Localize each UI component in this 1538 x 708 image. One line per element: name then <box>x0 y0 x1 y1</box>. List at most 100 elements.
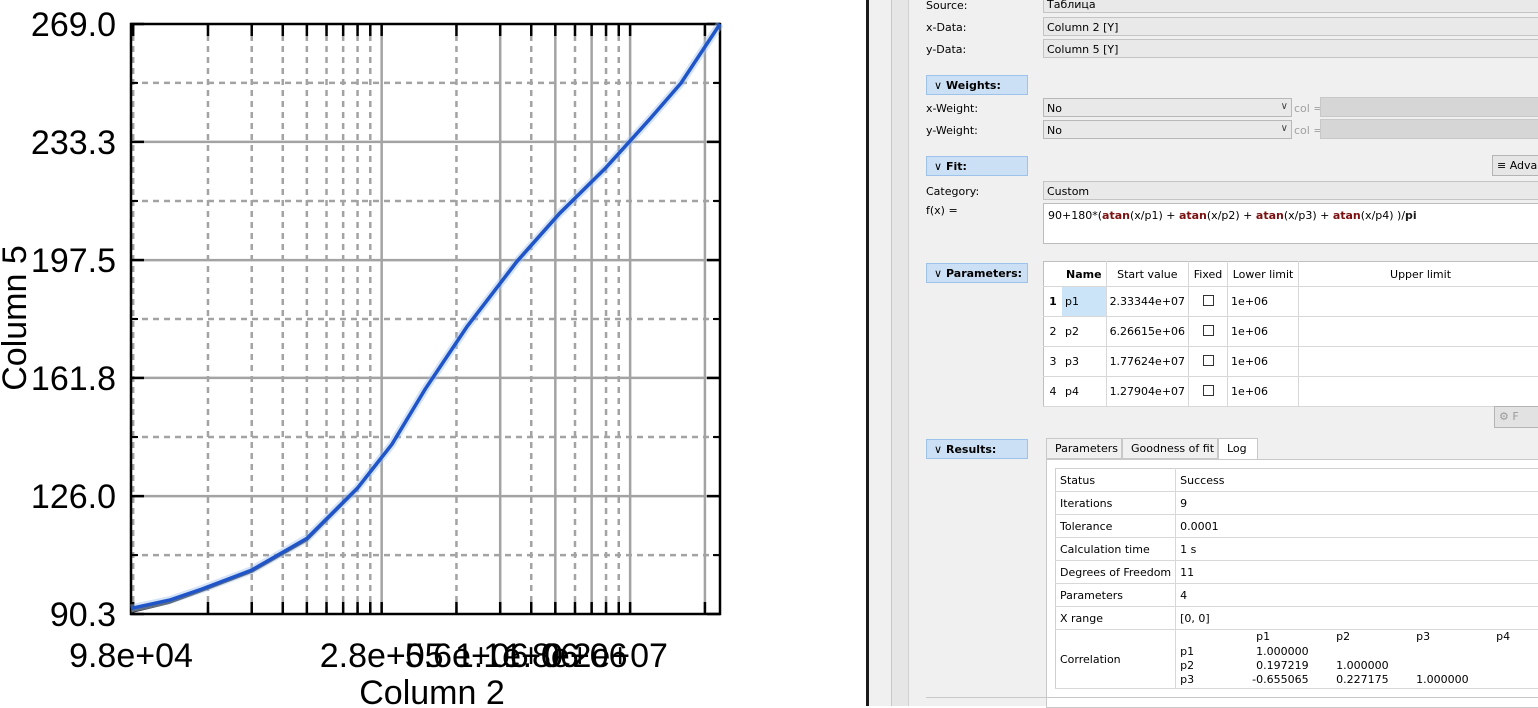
advanced-button[interactable]: ≡ Adva <box>1492 155 1538 176</box>
table-row[interactable]: 4 p4 1.27904e+07 1e+06 <box>1044 377 1538 407</box>
result-key: Correlation <box>1056 630 1176 689</box>
col-header-lower[interactable]: Lower limit <box>1228 262 1299 287</box>
corr-row-header: p1 <box>1180 645 1194 658</box>
param-lower[interactable]: 1e+06 <box>1228 317 1299 347</box>
col-header-fixed[interactable]: Fixed <box>1189 262 1228 287</box>
sliders-icon: ≡ <box>1497 159 1506 172</box>
row-number: 3 <box>1044 347 1063 377</box>
xweight-col-field <box>1320 97 1538 117</box>
tab-goodness-of-fit[interactable]: Goodness of fit <box>1122 438 1218 459</box>
formula-keyword: atan <box>1179 209 1207 222</box>
result-value: [0, 0] <box>1176 607 1538 630</box>
fixed-checkbox[interactable] <box>1203 295 1214 306</box>
corr-value: 0.197219 <box>1256 659 1309 672</box>
corr-col-header: p2 <box>1336 631 1350 643</box>
row-number: 1 <box>1044 287 1063 317</box>
recalculate-button-label: F <box>1512 410 1518 423</box>
param-lower[interactable]: 1e+06 <box>1228 347 1299 377</box>
param-fixed-cell[interactable] <box>1189 317 1228 347</box>
table-row[interactable]: 1 p1 2.33344e+07 1e+06 <box>1044 287 1538 317</box>
result-value: 1 s <box>1176 538 1538 561</box>
param-start[interactable]: 6.26615e+06 <box>1106 317 1188 347</box>
yweight-combo[interactable]: No ∨ <box>1043 120 1292 139</box>
corr-value: 1.000000 <box>1256 645 1309 658</box>
category-combo[interactable]: Custom <box>1043 181 1538 200</box>
y-tick-label: 161.8 <box>31 360 116 398</box>
table-row: X range[0, 0] <box>1056 607 1538 630</box>
formula-keyword: atan <box>1256 209 1284 222</box>
formula-editor[interactable]: 90+180*(atan(x/p1) + atan(x/p2) + atan(x… <box>1043 203 1538 244</box>
tab-parameters[interactable]: Parameters <box>1046 438 1122 459</box>
table-row: Correlation p1 p2 p3 p4 p1 1.000000 p2 0… <box>1056 630 1538 689</box>
result-key: Calculation time <box>1056 538 1176 561</box>
param-lower[interactable]: 1e+06 <box>1228 287 1299 317</box>
fit-header-label: Fit: <box>946 160 967 173</box>
results-section-header[interactable]: ∨Results: <box>926 439 1028 459</box>
result-key: X range <box>1056 607 1176 630</box>
weights-section-header[interactable]: ∨Weights: <box>926 75 1028 95</box>
ydata-field[interactable]: Column 5 [Y] <box>1043 39 1538 58</box>
corr-col-header: p4 <box>1496 631 1510 643</box>
corr-col-header: p1 <box>1256 631 1270 643</box>
table-row[interactable]: 2 p2 6.26615e+06 1e+06 <box>1044 317 1538 347</box>
param-start[interactable]: 1.27904e+07 <box>1106 377 1188 407</box>
chevron-down-icon: ∨ <box>934 79 946 92</box>
fixed-checkbox[interactable] <box>1203 325 1214 336</box>
plot-area[interactable]: 269.0233.3197.5161.8126.090.39.8e+042.8e… <box>0 0 866 706</box>
parameters-table[interactable]: Name Start value Fixed Lower limit Upper… <box>1043 261 1538 407</box>
chevron-down-icon: ∨ <box>1281 101 1288 112</box>
param-upper[interactable] <box>1299 377 1538 407</box>
advanced-button-label: Adva <box>1510 159 1538 172</box>
col-header-name[interactable]: Name <box>1062 262 1106 287</box>
param-name[interactable]: p2 <box>1062 317 1106 347</box>
fit-section-header[interactable]: ∨Fit: <box>926 156 1028 176</box>
x-tick-label: 9.8e+04 <box>69 637 193 675</box>
param-start[interactable]: 1.77624e+07 <box>1106 347 1188 377</box>
param-name[interactable]: p3 <box>1062 347 1106 377</box>
yweight-label: y-Weight: <box>926 124 978 137</box>
fixed-checkbox[interactable] <box>1203 355 1214 366</box>
fit-chart[interactable]: 269.0233.3197.5161.8126.090.39.8e+042.8e… <box>0 0 866 706</box>
corr-value: 1.000000 <box>1416 673 1469 686</box>
param-fixed-cell[interactable] <box>1189 347 1228 377</box>
recalculate-button[interactable]: ⚙ F <box>1494 406 1538 428</box>
corr-row-header: p2 <box>1180 659 1194 672</box>
y-tick-label: 126.0 <box>31 478 116 516</box>
parameters-section-header[interactable]: ∨Parameters: <box>926 263 1028 283</box>
param-upper[interactable] <box>1299 287 1538 317</box>
result-value: Success <box>1176 469 1538 492</box>
results-header-label: Results: <box>946 443 996 456</box>
tab-log[interactable]: Log <box>1218 438 1258 460</box>
param-name[interactable]: p1 <box>1062 287 1106 317</box>
param-upper[interactable] <box>1299 317 1538 347</box>
formula-keyword: pi <box>1405 209 1417 222</box>
table-row[interactable]: 3 p3 1.77624e+07 1e+06 <box>1044 347 1538 377</box>
param-upper[interactable] <box>1299 347 1538 377</box>
parameters-header-label: Parameters: <box>946 267 1022 280</box>
y-tick-label: 197.5 <box>31 242 116 280</box>
formula-text: 90+180*(atan(x/p1) + atan(x/p2) + atan(x… <box>1048 209 1417 222</box>
row-number-header <box>1044 262 1063 287</box>
xdata-field[interactable]: Column 2 [Y] <box>1043 17 1538 36</box>
table-row: Parameters4 <box>1056 584 1538 607</box>
xweight-value: No <box>1047 102 1062 115</box>
source-field[interactable]: Таблица <box>1043 0 1538 13</box>
result-value: 0.0001 <box>1176 515 1538 538</box>
param-name[interactable]: p4 <box>1062 377 1106 407</box>
yweight-col-label: col = <box>1294 124 1323 137</box>
fixed-checkbox[interactable] <box>1203 385 1214 396</box>
col-header-start[interactable]: Start value <box>1106 262 1188 287</box>
result-key: Iterations <box>1056 492 1176 515</box>
yweight-value: No <box>1047 124 1062 137</box>
result-key: Degrees of Freedom <box>1056 561 1176 584</box>
param-start[interactable]: 2.33344e+07 <box>1106 287 1188 317</box>
panel-scroll-strip[interactable] <box>892 0 909 706</box>
param-fixed-cell[interactable] <box>1189 377 1228 407</box>
param-lower[interactable]: 1e+06 <box>1228 377 1299 407</box>
chevron-down-icon: ∨ <box>934 443 946 456</box>
param-fixed-cell[interactable] <box>1189 287 1228 317</box>
chevron-down-icon: ∨ <box>1281 123 1288 134</box>
y-axis-label: Column 5 <box>0 245 34 391</box>
xweight-combo[interactable]: No ∨ <box>1043 98 1292 117</box>
col-header-upper[interactable]: Upper limit <box>1299 262 1538 287</box>
